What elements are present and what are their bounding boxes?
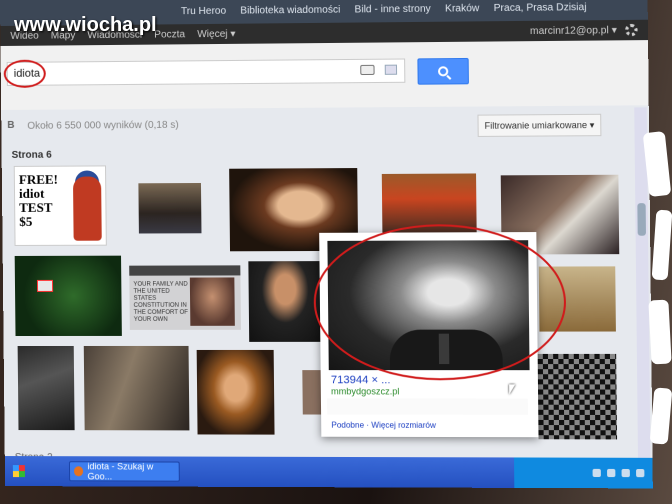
preview-redacted-text — [327, 398, 528, 415]
image-result-poster[interactable]: YOUR FAMILY AND THE UNITED STATES CONSTI… — [129, 265, 241, 330]
safesearch-filter-button[interactable]: Filtrowanie umiarkowane ▾ — [477, 113, 602, 137]
results-count: Około 6 550 000 wyników (0,18 s) — [27, 119, 179, 132]
paint-mark — [648, 299, 672, 365]
gear-icon[interactable] — [625, 23, 638, 37]
page-label: Strona 6 — [11, 149, 52, 161]
bookmark-item[interactable]: Tru Heroo — [181, 5, 226, 17]
poster-band — [129, 265, 241, 276]
preview-source-url[interactable]: mmbydgoszcz.pl — [331, 386, 400, 396]
firefox-icon — [73, 466, 84, 477]
preview-photo[interactable] — [327, 240, 530, 371]
task-label: idiota - Szukaj w Goo... — [87, 461, 154, 482]
thumb-line: TEST — [19, 199, 53, 215]
account-email[interactable]: marcinr12@op.pl ▾ — [530, 25, 617, 37]
image-result[interactable] — [138, 182, 202, 234]
image-hover-preview[interactable]: 713944 × ... mmbydgoszcz.pl Podobne · Wi… — [319, 232, 539, 438]
cartoon-figure — [72, 176, 102, 241]
thumb-sign — [36, 279, 54, 292]
thumb-line: idiot — [18, 185, 45, 201]
mouse-cursor-icon — [509, 384, 516, 395]
image-result[interactable] — [83, 345, 190, 431]
camera-icon[interactable] — [384, 64, 398, 75]
system-tray — [514, 457, 653, 489]
watermark: www.wiocha.pl — [14, 14, 157, 36]
search-input[interactable]: idiota — [6, 58, 406, 86]
bookmark-item[interactable]: Kraków — [445, 3, 479, 14]
thumb-idiot-text: FREE! idiot TEST $5 — [18, 171, 59, 229]
bookmark-item[interactable]: Praca, Prasa Dzisiaj — [494, 1, 587, 13]
results-prefix: B — [7, 119, 15, 131]
results-stats: B Około 6 550 000 wyników (0,18 s) Filtr… — [1, 107, 649, 142]
tray-icon[interactable] — [592, 468, 601, 478]
thumb-line: $5 — [19, 213, 33, 229]
bookmark-item[interactable]: Biblioteka wiadomości — [240, 4, 340, 16]
tray-icon[interactable] — [621, 468, 630, 478]
tray-icon[interactable] — [636, 469, 645, 478]
preview-resolution[interactable]: 713944 × ... — [331, 374, 391, 386]
image-result[interactable] — [14, 255, 122, 337]
image-result[interactable] — [537, 353, 618, 440]
search-query: idiota — [13, 67, 41, 80]
poster-text: YOUR FAMILY AND THE UNITED STATES CONSTI… — [133, 281, 188, 323]
search-button[interactable] — [417, 57, 469, 85]
search-icon — [437, 66, 449, 77]
search-area: idiota — [0, 40, 649, 110]
nav-link-mail[interactable]: Poczta — [154, 29, 185, 40]
preview-links[interactable]: Podobne · Więcej rozmiarów — [331, 421, 436, 430]
tray-icon[interactable] — [607, 468, 616, 478]
poster-face — [189, 277, 235, 326]
taskbar: idiota - Szukaj w Goo... — [4, 456, 653, 489]
nav-link-more[interactable]: Więcej ▾ — [197, 28, 235, 39]
taskbar-browser-task[interactable]: idiota - Szukaj w Goo... — [68, 461, 180, 482]
preview-tie — [438, 333, 450, 365]
image-result[interactable] — [381, 173, 477, 237]
image-result[interactable] — [196, 349, 275, 435]
windows-start-icon[interactable] — [12, 465, 25, 478]
keyboard-icon[interactable] — [360, 64, 375, 76]
image-result[interactable] — [17, 345, 75, 431]
scrollbar-thumb[interactable] — [637, 203, 646, 236]
image-result[interactable] — [538, 266, 616, 332]
browser-screen: Tru Heroo Biblioteka wiadomości Bild - i… — [0, 0, 653, 489]
thumb-line: FREE! — [18, 171, 59, 187]
account-area: marcinr12@op.pl ▾ — [530, 23, 638, 37]
image-result-idiot-test[interactable]: FREE! idiot TEST $5 — [13, 165, 107, 246]
image-result[interactable] — [248, 261, 323, 342]
bookmark-item[interactable]: Bild - inne strony — [355, 3, 431, 15]
